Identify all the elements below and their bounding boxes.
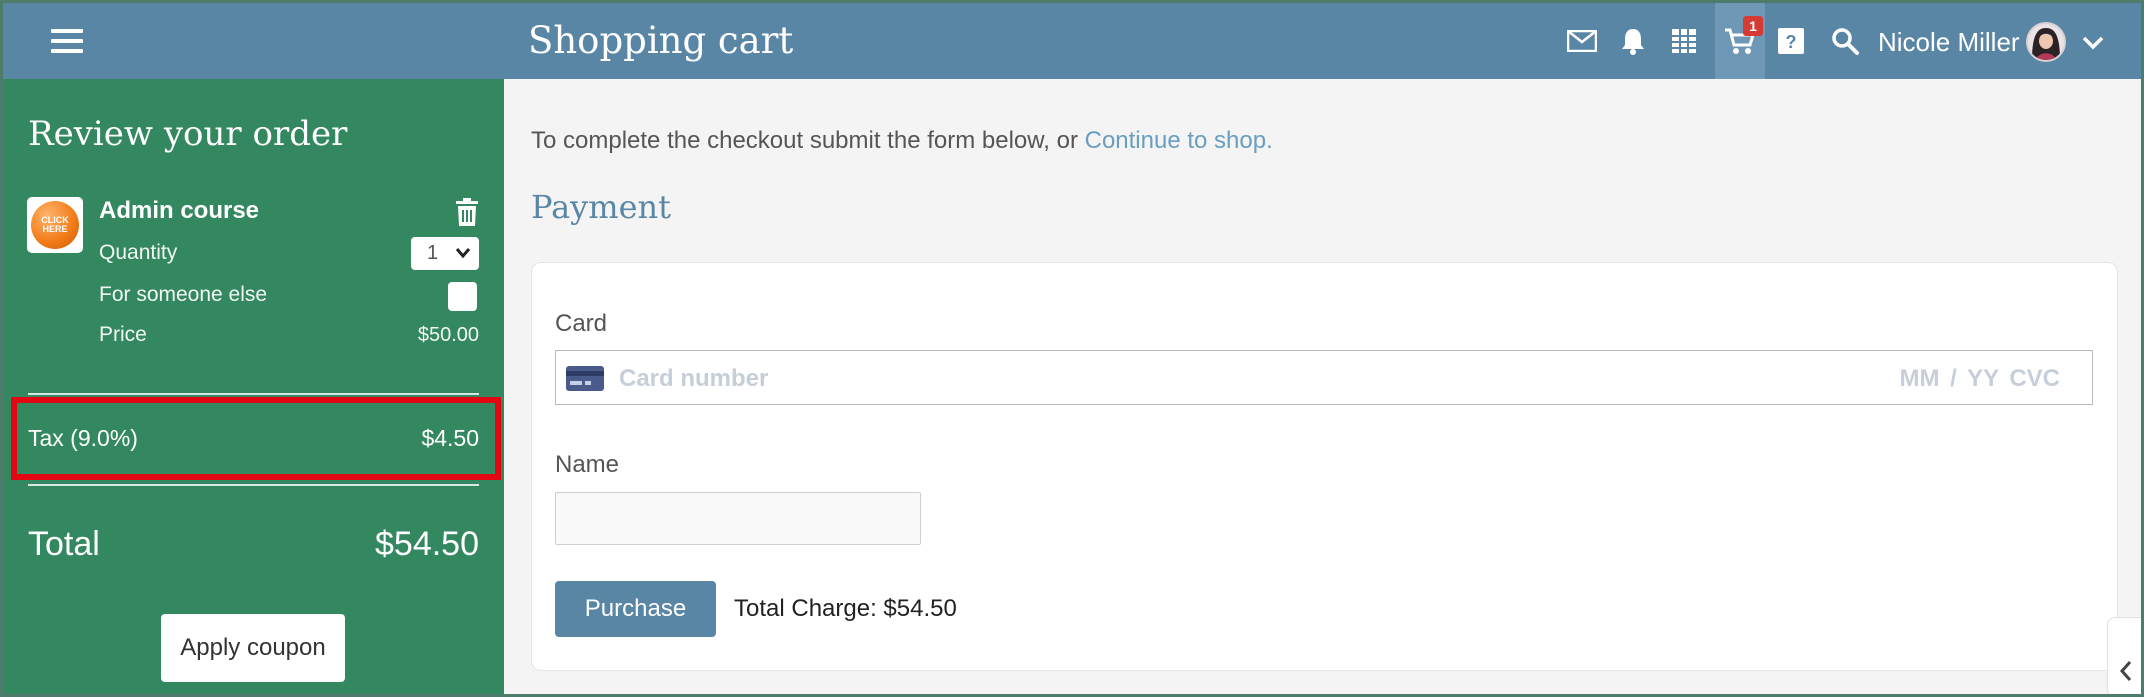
name-input[interactable] [555, 492, 921, 545]
total-label: Total [28, 525, 100, 563]
quantity-value: 1 [427, 242, 439, 264]
product-thumbnail-label: CLICK HERE [31, 201, 79, 249]
avatar[interactable] [2026, 22, 2066, 62]
total-value: $54.50 [375, 525, 479, 563]
someone-else-label: For someone else [99, 283, 268, 306]
cart-badge: 1 [1743, 16, 1763, 36]
cart-button[interactable]: 1 [1715, 3, 1765, 79]
price-value: $50.00 [417, 324, 479, 346]
intro-text: To complete the checkout submit the form… [531, 127, 1085, 154]
search-icon[interactable] [1820, 3, 1870, 79]
collapse-panel-tab[interactable] [2107, 617, 2141, 694]
order-summary-panel: Review your order CLICK HERE Admin cours… [3, 79, 504, 694]
total-charge: Total Charge: $54.50 [734, 595, 957, 622]
divider [28, 393, 479, 395]
product-name: Admin course [99, 197, 260, 224]
help-icon[interactable]: ? [1766, 3, 1816, 79]
divider [28, 484, 479, 486]
trash-icon[interactable] [454, 198, 480, 226]
card-number-placeholder: Card number [619, 365, 769, 392]
apply-coupon-button[interactable]: Apply coupon [161, 614, 345, 682]
price-label: Price [99, 323, 147, 346]
continue-shopping-link[interactable]: Continue to shop. [1085, 127, 1273, 154]
name-label: Name [555, 451, 620, 478]
chevron-down-icon [455, 248, 471, 259]
payment-title: Payment [531, 188, 671, 226]
purchase-button[interactable]: Purchase [555, 581, 716, 637]
user-name[interactable]: Nicole Miller [1878, 27, 2020, 58]
card-label: Card [555, 310, 608, 337]
svg-text:?: ? [1786, 32, 1797, 52]
chevron-left-icon [2119, 661, 2132, 681]
someone-else-checkbox[interactable] [448, 282, 477, 311]
bell-icon[interactable] [1608, 3, 1658, 79]
app-window: Shopping cart 1 ? Nicole Miller Review y [0, 0, 2144, 697]
quantity-label: Quantity [99, 241, 178, 264]
product-thumbnail: CLICK HERE [27, 197, 83, 253]
card-number-input[interactable]: Card number MM / YY CVC [555, 350, 2093, 405]
expiry-cvc-placeholder: MM / YY CVC [1899, 365, 2060, 392]
checkout-instructions: To complete the checkout submit the form… [531, 127, 1273, 155]
quantity-select[interactable]: 1 [411, 237, 479, 270]
mail-icon[interactable] [1557, 3, 1607, 79]
tax-highlight-box [11, 397, 501, 480]
order-summary-title: Review your order [28, 114, 348, 154]
calendar-icon[interactable] [1659, 3, 1709, 79]
chevron-down-icon[interactable] [2080, 29, 2110, 55]
credit-card-icon [566, 366, 604, 391]
top-bar: Shopping cart 1 ? Nicole Miller [3, 3, 2141, 79]
menu-icon[interactable] [51, 27, 85, 55]
page-title: Shopping cart [528, 19, 794, 62]
